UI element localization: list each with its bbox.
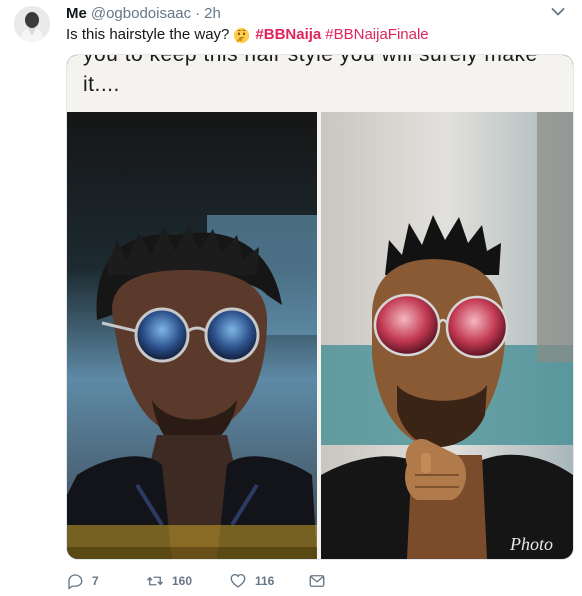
tweet-text: Is this hairstyle the way? #BBNaija #BBN… — [66, 24, 562, 46]
retweet-button[interactable]: 160 — [146, 572, 192, 590]
direct-message-button[interactable] — [308, 572, 334, 590]
envelope-icon — [309, 575, 325, 587]
reply-button[interactable]: 7 — [66, 572, 99, 590]
user-name[interactable]: Me — [66, 5, 87, 22]
thinking-face-emoji-icon — [234, 27, 250, 43]
user-handle[interactable]: @ogbodoisaac — [91, 5, 191, 22]
like-count: 116 — [255, 574, 275, 588]
heart-icon — [230, 573, 246, 588]
image-caption-line-1: you to keep this hair style you will sur… — [83, 54, 538, 66]
retweet-count: 160 — [172, 574, 193, 588]
image-watermark: Photo — [510, 534, 553, 554]
tweet[interactable]: Me @ogbodoisaac · 2h Is this hairstyle t… — [0, 0, 582, 596]
timestamp[interactable]: 2h — [204, 5, 221, 22]
tweet-body: Is this hairstyle the way? — [66, 26, 230, 43]
avatar[interactable] — [14, 6, 50, 42]
retweet-icon — [146, 576, 164, 586]
separator-dot: · — [195, 4, 201, 22]
reply-icon — [68, 574, 83, 590]
reply-count: 7 — [92, 574, 99, 588]
hashtag-bbnaijafinale[interactable]: #BBNaijaFinale — [325, 24, 428, 46]
chevron-down-icon[interactable] — [551, 7, 565, 17]
tweet-actions: 7 160 116 — [66, 570, 366, 592]
image-caption-line-2: it.... — [83, 73, 120, 96]
avatar-image — [14, 6, 50, 42]
like-button[interactable]: 116 — [229, 572, 274, 590]
tweet-image[interactable]: you to keep this hair style you will sur… — [66, 54, 574, 560]
image-caption: you to keep this hair style you will sur… — [67, 55, 573, 112]
meme-photo — [67, 112, 573, 559]
hashtag-bbnaija[interactable]: #BBNaija — [255, 24, 321, 46]
tweet-header: Me @ogbodoisaac · 2h — [66, 2, 542, 24]
